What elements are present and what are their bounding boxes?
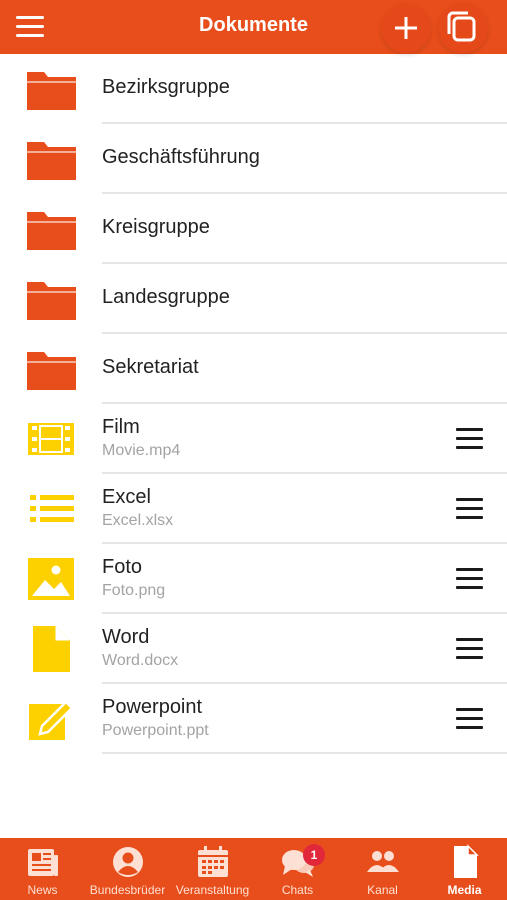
tab-bundesbrueder[interactable]: Bundesbrüder: [85, 838, 170, 900]
folder-icon: [27, 142, 76, 180]
file-icon: [453, 844, 479, 878]
tab-label: Media: [447, 883, 482, 897]
folder-name: Sekretariat: [102, 356, 199, 378]
calendar-icon: [197, 846, 228, 877]
file-menu-icon[interactable]: [448, 704, 490, 734]
folder-row[interactable]: Landesgruppe: [0, 264, 507, 334]
list-icon: [30, 495, 74, 522]
folder-icon: [27, 212, 76, 250]
image-icon: [28, 558, 74, 600]
tab-news[interactable]: News: [0, 838, 85, 900]
film-icon: [28, 423, 74, 455]
file-menu-icon[interactable]: [448, 564, 490, 594]
file-name: Excel.xlsx: [102, 512, 174, 529]
file-menu-icon[interactable]: [448, 424, 490, 454]
folder-name: Bezirksgruppe: [102, 76, 230, 98]
folder-icon: [27, 282, 76, 320]
bottom-navigation: News Bundesbrüder Veranstaltung Chats Ka…: [0, 838, 507, 900]
file-name: Movie.mp4: [102, 442, 181, 459]
folder-icon: [27, 352, 76, 390]
tab-chats[interactable]: Chats: [255, 838, 340, 900]
file-menu-icon[interactable]: [448, 494, 490, 524]
folder-name: Landesgruppe: [102, 286, 230, 308]
edit-icon: [29, 700, 74, 740]
file-row[interactable]: Film Movie.mp4: [0, 404, 507, 474]
file-row[interactable]: Excel Excel.xlsx: [0, 474, 507, 544]
documents-list: Bezirksgruppe Geschäftsführung Kreisgrup…: [0, 54, 507, 754]
file-name: Powerpoint.ppt: [102, 722, 209, 739]
user-circle-icon: [112, 847, 143, 877]
file-name: Foto.png: [102, 582, 166, 599]
document-icon: [33, 626, 70, 672]
folder-row[interactable]: Sekretariat: [0, 334, 507, 404]
copy-button[interactable]: [438, 3, 488, 53]
folder-icon: [27, 72, 76, 110]
folder-row[interactable]: Geschäftsführung: [0, 124, 507, 194]
file-title: Word: [102, 626, 150, 648]
chats-unread-badge: 1: [303, 844, 325, 866]
file-menu-icon[interactable]: [448, 634, 490, 664]
app-header: Dokumente: [0, 0, 507, 54]
folder-row[interactable]: Kreisgruppe: [0, 194, 507, 264]
tab-media[interactable]: Media: [422, 838, 507, 900]
folder-name: Geschäftsführung: [102, 146, 260, 168]
file-title: Foto: [102, 556, 143, 578]
file-row[interactable]: Foto Foto.png: [0, 544, 507, 614]
folder-row[interactable]: Bezirksgruppe: [0, 54, 507, 124]
folder-name: Kreisgruppe: [102, 216, 210, 238]
group-icon: [366, 851, 399, 872]
add-button[interactable]: [381, 3, 431, 53]
plus-icon: [395, 17, 417, 39]
file-title: Excel: [102, 486, 151, 508]
file-row[interactable]: Word Word.docx: [0, 614, 507, 684]
newspaper-icon: [27, 849, 58, 876]
tab-veranstaltung[interactable]: Veranstaltung: [170, 838, 255, 900]
file-title: Film: [102, 416, 140, 438]
copy-icon: [447, 11, 476, 42]
file-title: Powerpoint: [102, 696, 203, 718]
file-row[interactable]: Powerpoint Powerpoint.ppt: [0, 684, 507, 754]
file-name: Word.docx: [102, 652, 179, 669]
row-divider: [102, 752, 507, 754]
